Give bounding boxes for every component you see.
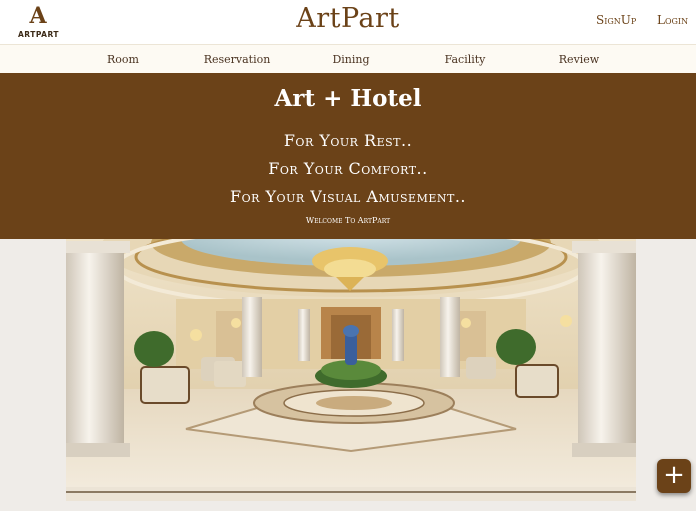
nav-item-facility[interactable]: Facility — [445, 53, 486, 66]
login-link[interactable]: Login — [657, 13, 688, 27]
nav-item-dining[interactable]: Dining — [332, 53, 369, 66]
hero-tagline-amusement: For Your Visual Amusement.. — [230, 187, 466, 206]
add-button[interactable]: + — [657, 459, 691, 493]
hero-tagline-rest: For Your Rest.. — [283, 131, 413, 150]
lobby-photo — [66, 239, 636, 501]
signup-link[interactable]: SignUp — [596, 13, 636, 27]
lobby-illustration — [66, 239, 636, 501]
plus-icon: + — [663, 460, 685, 490]
brand-title: ArtPart — [296, 3, 400, 34]
top-header: A ARTPART ArtPart SignUp Login — [0, 0, 696, 44]
hero-title: Art + Hotel — [274, 85, 422, 112]
main-nav: Room Reservation Dining Facility Review — [0, 44, 696, 73]
nav-item-review[interactable]: Review — [559, 53, 599, 66]
hero-tagline-comfort: For Your Comfort.. — [268, 159, 428, 178]
nav-item-room[interactable]: Room — [107, 53, 139, 66]
nav-item-reservation[interactable]: Reservation — [204, 53, 271, 66]
hero-welcome: Welcome To ArtPart — [305, 216, 391, 225]
hero-banner: Art + Hotel For Your Rest.. For Your Com… — [0, 73, 696, 239]
